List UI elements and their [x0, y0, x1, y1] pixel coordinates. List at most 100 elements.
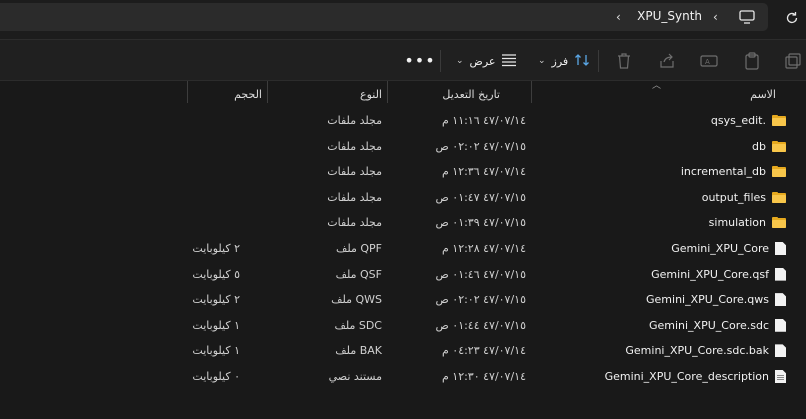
file-type: ملف BAK [335, 344, 382, 358]
column-divider[interactable] [267, 81, 268, 103]
file-type: مجلد ملفات [327, 190, 382, 204]
file-row[interactable]: qsys_edit. ٤٧/٠٧/١٤ ١١:١٦ م مجلد ملفات [0, 108, 806, 134]
folder-icon [772, 217, 786, 229]
file-name-cell[interactable]: qsys_edit. [711, 114, 786, 127]
file-name: simulation [708, 216, 766, 230]
address-box[interactable]: ‹ XPU_Synth ‹ [0, 3, 768, 31]
file-name-cell[interactable]: db [752, 140, 786, 153]
file-type: مجلد ملفات [327, 139, 382, 153]
file-type: ملف QPF [335, 241, 382, 255]
text-file-icon [775, 369, 786, 383]
file-size: ١ كيلوبايت [192, 344, 240, 358]
file-date: ٤٧/٠٧/١٥ ٠٢:٠٢ ص [435, 139, 526, 153]
folder-icon [772, 166, 786, 178]
folder-icon [772, 191, 786, 203]
command-bar: A ⌄ فرز ⌄ عرض ••• [0, 39, 806, 81]
file-date: ٤٧/٠٧/١٥ ٠١:٤٧ ص [435, 190, 526, 204]
file-size: ٠ كيلوبايت [192, 369, 240, 383]
column-divider[interactable] [531, 81, 532, 103]
file-date: ٤٧/٠٧/١٤ ١٢:٣٦ م [441, 165, 526, 179]
file-type: ملف QWS [331, 293, 382, 307]
file-name-cell[interactable]: simulation [709, 216, 786, 229]
toolbar-divider [440, 50, 441, 72]
file-type: مستند نصي [328, 369, 382, 383]
toolbar-divider [598, 50, 599, 72]
file-date: ٤٧/٠٧/١٤ ٠٤:٢٣ م [441, 344, 526, 358]
file-name-cell[interactable]: output_files [702, 191, 786, 204]
rename-icon[interactable]: A [699, 51, 719, 71]
chevron-down-icon: ⌄ [456, 56, 464, 66]
file-icon [775, 241, 786, 255]
file-icon [775, 293, 786, 307]
column-header-type[interactable]: النوع [360, 88, 382, 101]
file-size: ٢ كيلوبايت [192, 241, 240, 255]
file-name-cell[interactable]: Gemini_XPU_Core [671, 241, 786, 255]
file-date: ٤٧/٠٧/١٥ ٠١:٤٤ ص [435, 318, 526, 332]
svg-text:A: A [705, 58, 710, 66]
file-row[interactable]: incremental_db ٤٧/٠٧/١٤ ١٢:٣٦ م مجلد ملف… [0, 159, 806, 185]
file-row[interactable]: simulation ٤٧/٠٧/١٥ ٠١:٣٩ ص مجلد ملفات [0, 210, 806, 236]
file-row[interactable]: Gemini_XPU_Core.qws ٤٧/٠٧/١٥ ٠٢:٠٢ ص ملف… [0, 287, 806, 313]
file-list: qsys_edit. ٤٧/٠٧/١٤ ١١:١٦ م مجلد ملفات d… [0, 108, 806, 390]
file-type: مجلد ملفات [327, 165, 382, 179]
trash-icon[interactable] [614, 51, 634, 71]
new-icon[interactable] [783, 51, 803, 71]
list-view-icon [501, 53, 517, 70]
column-header-size[interactable]: الحجم [234, 88, 262, 101]
file-row[interactable]: Gemini_XPU_Core ٤٧/٠٧/١٤ ١٢:٢٨ م ملف QPF… [0, 236, 806, 262]
column-headers: ︿ الاسم تاريخ التعديل النوع الحجم [0, 81, 806, 107]
file-name: Gemini_XPU_Core_description [604, 369, 769, 383]
more-options-button[interactable]: ••• [404, 50, 434, 70]
file-icon [775, 318, 786, 332]
file-icon [775, 344, 786, 358]
file-type: مجلد ملفات [327, 114, 382, 127]
paste-icon[interactable] [742, 51, 762, 71]
sort-icon [574, 52, 590, 71]
file-row[interactable]: db ٤٧/٠٧/١٥ ٠٢:٠٢ ص مجلد ملفات [0, 134, 806, 160]
file-name: Gemini_XPU_Core.qsf [651, 267, 769, 281]
file-name-cell[interactable]: incremental_db [681, 165, 786, 178]
file-name: Gemini_XPU_Core.qws [646, 293, 769, 307]
file-name: incremental_db [680, 165, 766, 179]
crumb-chevron-icon[interactable]: ‹ [616, 10, 621, 24]
sort-button[interactable]: ⌄ فرز [538, 49, 590, 73]
file-row[interactable]: Gemini_XPU_Core_description ٤٧/٠٧/١٤ ١٢:… [0, 364, 806, 390]
sort-label: فرز [551, 54, 569, 68]
column-divider[interactable] [187, 81, 188, 103]
file-name-cell[interactable]: Gemini_XPU_Core.qws [646, 293, 786, 307]
file-date: ٤٧/٠٧/١٤ ١٢:٣٠ م [441, 369, 526, 383]
file-date: ٤٧/٠٧/١٤ ١٢:٢٨ م [441, 241, 526, 255]
file-name-cell[interactable]: Gemini_XPU_Core_description [604, 369, 786, 383]
chevron-down-icon: ⌄ [538, 56, 546, 66]
view-label: عرض [469, 54, 496, 68]
file-name-cell[interactable]: Gemini_XPU_Core.sdc [649, 318, 786, 332]
column-header-date[interactable]: تاريخ التعديل [442, 88, 500, 101]
file-name: db [752, 139, 766, 153]
file-row[interactable]: Gemini_XPU_Core.qsf ٤٧/٠٧/١٥ ٠١:٤٦ ص ملف… [0, 262, 806, 288]
monitor-icon[interactable] [736, 8, 758, 26]
file-name: qsys_edit. [710, 114, 766, 127]
column-divider[interactable] [387, 81, 388, 103]
file-name-cell[interactable]: Gemini_XPU_Core.sdc.bak [625, 344, 786, 358]
file-date: ٤٧/٠٧/١٥ ٠١:٣٩ ص [435, 216, 526, 230]
folder-icon [772, 115, 786, 126]
file-date: ٤٧/٠٧/١٥ ٠٢:٠٢ ص [435, 293, 526, 307]
root-chevron-icon[interactable]: ‹ [713, 10, 718, 24]
column-header-name[interactable]: الاسم [750, 88, 776, 101]
view-button[interactable]: ⌄ عرض [456, 49, 517, 73]
sort-caret-icon: ︿ [652, 81, 662, 91]
refresh-icon[interactable] [779, 6, 805, 30]
file-name-cell[interactable]: Gemini_XPU_Core.qsf [651, 267, 786, 281]
file-size: ٥ كيلوبايت [192, 267, 240, 281]
file-date: ٤٧/٠٧/١٤ ١١:١٦ م [441, 114, 526, 127]
file-name: Gemini_XPU_Core [671, 241, 769, 255]
file-row[interactable]: Gemini_XPU_Core.sdc ٤٧/٠٧/١٥ ٠١:٤٤ ص ملف… [0, 313, 806, 339]
address-bar-row: ‹ XPU_Synth ‹ [0, 0, 806, 39]
share-icon[interactable] [657, 51, 677, 71]
file-name: Gemini_XPU_Core.sdc.bak [625, 344, 769, 358]
file-row[interactable]: Gemini_XPU_Core.sdc.bak ٤٧/٠٧/١٤ ٠٤:٢٣ م… [0, 338, 806, 364]
file-size: ٢ كيلوبايت [192, 293, 240, 307]
file-row[interactable]: output_files ٤٧/٠٧/١٥ ٠١:٤٧ ص مجلد ملفات [0, 185, 806, 211]
folder-icon [772, 140, 786, 152]
breadcrumb-item[interactable]: XPU_Synth [637, 9, 702, 23]
